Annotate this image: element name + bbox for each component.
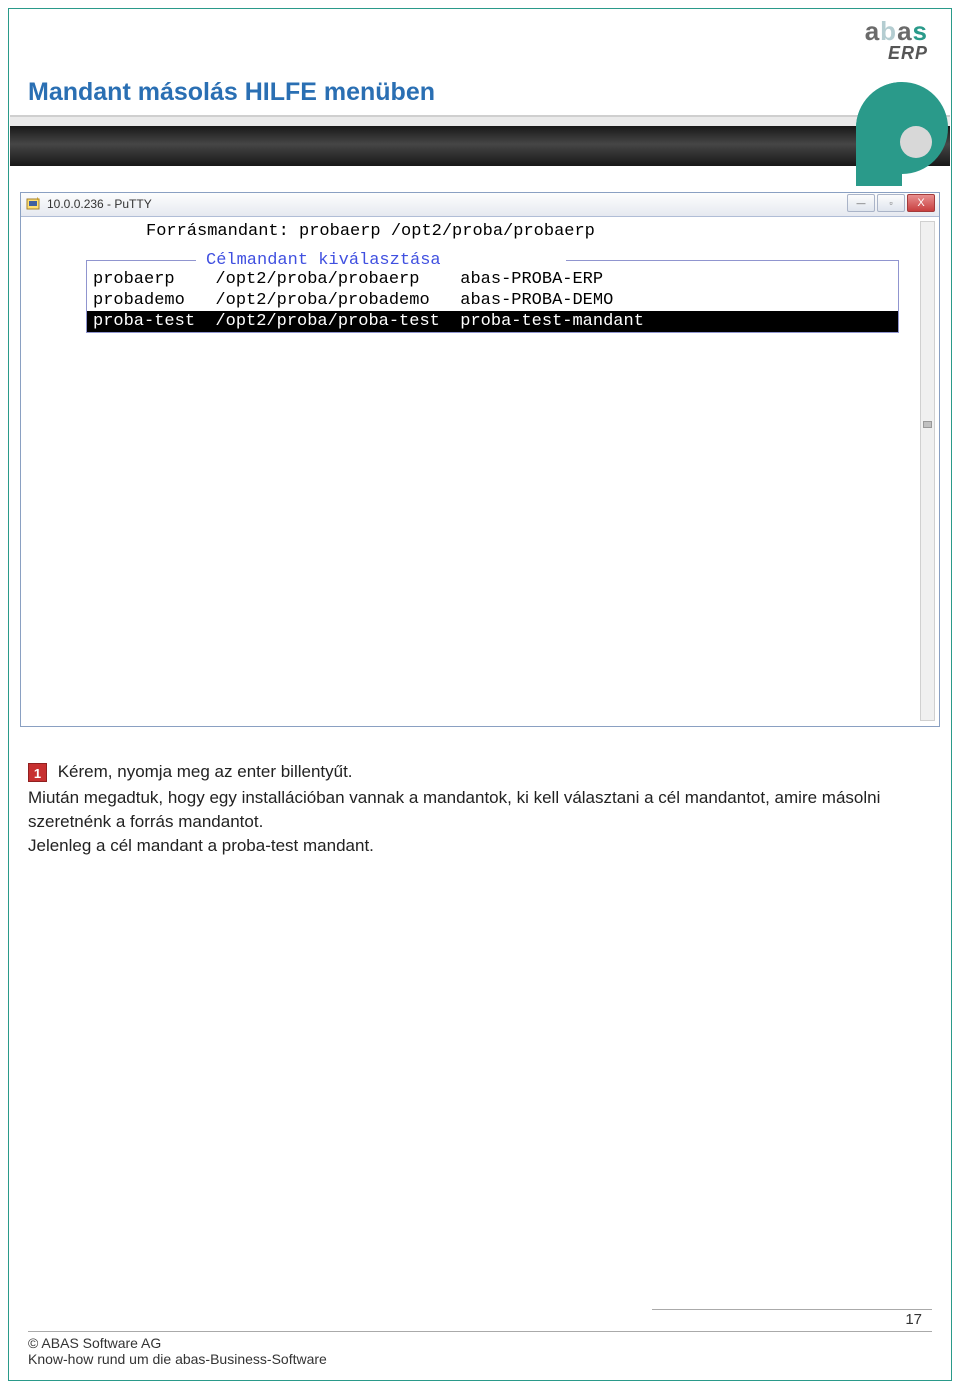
fieldset-legend: Célmandant kiválasztása xyxy=(206,250,441,271)
brand-logo: abas ERP xyxy=(865,16,928,64)
footer-tagline: Know-how rund um die abas-Business-Softw… xyxy=(28,1351,932,1367)
target-mandant-fieldset: Célmandant kiválasztása probaerp /opt2/p… xyxy=(26,248,919,333)
maximize-button[interactable]: ▫ xyxy=(877,194,905,212)
page-number: 17 xyxy=(905,1311,922,1328)
putty-icon xyxy=(26,196,42,212)
minimize-button[interactable]: — xyxy=(847,194,875,212)
instruction-paragraph: Miután megadtuk, hogy egy installációban… xyxy=(28,786,932,858)
mandant-row[interactable]: probademo /opt2/proba/probademo abas-PRO… xyxy=(87,290,898,311)
scrollbar-thumb[interactable] xyxy=(923,421,932,428)
page-footer: 17 © ABAS Software AG Know-how rund um d… xyxy=(28,1331,932,1367)
window-controls: — ▫ X xyxy=(847,194,935,212)
putty-titlebar[interactable]: 10.0.0.236 - PuTTY — ▫ X xyxy=(21,193,939,217)
source-mandant-line: Forrásmandant: probaerp /opt2/proba/prob… xyxy=(146,221,919,242)
header-black-band xyxy=(10,126,950,166)
body-text: 1 Kérem, nyomja meg az enter billentyűt.… xyxy=(28,760,932,858)
footer-copyright: © ABAS Software AG xyxy=(28,1335,932,1351)
putty-window: 10.0.0.236 - PuTTY — ▫ X Forrásmandant: … xyxy=(20,192,940,727)
terminal-area[interactable]: Forrásmandant: probaerp /opt2/proba/prob… xyxy=(26,221,919,721)
slide-title: Mandant másolás HILFE menüben xyxy=(28,78,435,107)
mandant-list[interactable]: probaerp /opt2/proba/probaerp abas-PROBA… xyxy=(86,269,899,333)
mandant-row[interactable]: proba-test /opt2/proba/proba-test proba-… xyxy=(87,311,898,332)
instruction-line1: Kérem, nyomja meg az enter billentyűt. xyxy=(53,762,353,781)
corner-logo-icon xyxy=(832,68,950,186)
mandant-row[interactable]: probaerp /opt2/proba/probaerp abas-PROBA… xyxy=(87,269,898,290)
step-marker-icon: 1 xyxy=(28,763,47,782)
close-button[interactable]: X xyxy=(907,194,935,212)
scrollbar[interactable] xyxy=(920,221,935,721)
putty-title-text: 10.0.0.236 - PuTTY xyxy=(47,197,152,211)
